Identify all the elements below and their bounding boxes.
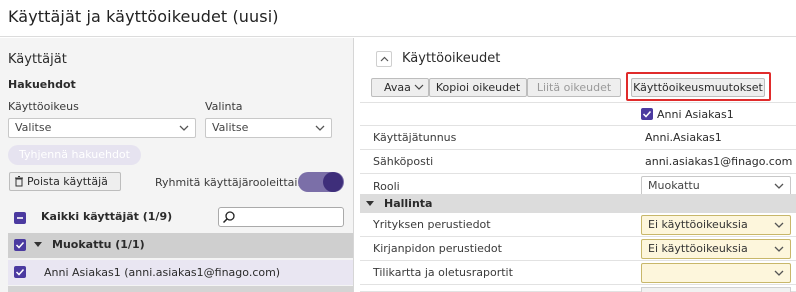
row-value: anni.asiakas1@finago.com bbox=[645, 155, 793, 168]
row-label: Tilikartta ja oletusraportit bbox=[373, 266, 513, 279]
user-checkbox[interactable] bbox=[14, 266, 26, 278]
table-row-chart-of-accounts: Tilikartta ja oletusraportit bbox=[360, 261, 796, 285]
user-label: Anni Asiakas1 (anni.asiakas1@finago.com) bbox=[44, 266, 281, 279]
chevron-up-icon bbox=[380, 56, 389, 62]
checkmark-icon bbox=[642, 110, 652, 118]
row-label: Käyttäjätunnus bbox=[373, 131, 457, 144]
caret-down-icon[interactable] bbox=[34, 242, 42, 248]
selection-filter-label: Valinta bbox=[205, 100, 243, 113]
selection-filter-select[interactable]: Valitse bbox=[205, 118, 332, 138]
open-menu-button[interactable]: Avaa bbox=[371, 78, 429, 97]
row-value: Anni.Asiakas1 bbox=[645, 131, 722, 144]
chevron-down-icon bbox=[315, 125, 325, 131]
caret-down-icon[interactable] bbox=[366, 201, 374, 207]
row-label: Yrityksen perustiedot bbox=[373, 218, 491, 231]
row-label: Sähköposti bbox=[373, 155, 434, 168]
filters-heading: Hakuehdot bbox=[8, 78, 76, 91]
collapse-button[interactable] bbox=[376, 51, 392, 67]
user-column-name: Anni Asiakas1 bbox=[657, 108, 734, 121]
role-filter-select[interactable]: Valitse bbox=[8, 118, 196, 138]
table-row-company-info: Yrityksen perustiedot Ei käyttöoikeuksia bbox=[360, 213, 796, 237]
permission-value: Ei käyttöoikeuksia bbox=[648, 218, 748, 231]
user-row[interactable]: Anni Asiakas1 (anni.asiakas1@finago.com) bbox=[8, 260, 353, 285]
role-select[interactable]: Muokattu bbox=[641, 176, 791, 196]
select-all-checkbox[interactable] bbox=[14, 212, 26, 224]
permissions-heading: Käyttöoikeudet bbox=[402, 51, 501, 66]
user-search-input[interactable] bbox=[218, 207, 344, 227]
table-row-email: Sähköposti anni.asiakas1@finago.com bbox=[360, 150, 796, 174]
clear-filters-button[interactable]: Tyhjennä hakuehdot bbox=[8, 145, 141, 165]
chevron-down-icon bbox=[179, 125, 189, 131]
list-overflow-row bbox=[8, 286, 353, 292]
users-heading: Käyttäjät bbox=[8, 52, 67, 67]
user-column-checkbox[interactable] bbox=[641, 108, 653, 120]
overflow-select-edge bbox=[641, 287, 791, 292]
table-row-accounting-info: Kirjanpidon perustiedot Ei käyttöoikeuks… bbox=[360, 237, 796, 261]
chevron-down-icon bbox=[774, 246, 784, 252]
checkmark-icon bbox=[15, 268, 25, 276]
permission-select[interactable]: Ei käyttöoikeuksia bbox=[641, 239, 791, 259]
group-checkbox[interactable] bbox=[14, 239, 26, 251]
table-row-username: Käyttäjätunnus Anni.Asiakas1 bbox=[360, 126, 796, 150]
open-label: Avaa bbox=[384, 81, 411, 94]
permission-value: Ei käyttöoikeuksia bbox=[648, 242, 748, 255]
group-label: Muokattu (1/1) bbox=[52, 238, 145, 251]
window-title: Käyttäjät ja käyttöoikeudet (uusi) bbox=[8, 7, 279, 26]
chevron-down-icon bbox=[774, 270, 784, 276]
checkmark-icon bbox=[15, 241, 25, 249]
role-filter-label: Käyttöoikeus bbox=[8, 100, 79, 113]
group-row-modified[interactable]: Muokattu (1/1) bbox=[8, 233, 353, 258]
table-overflow-row bbox=[360, 285, 796, 292]
search-icon bbox=[222, 211, 235, 224]
group-by-role-toggle[interactable] bbox=[298, 172, 344, 192]
role-value: Muokattu bbox=[648, 179, 700, 192]
delete-user-label: Poista käyttäjä bbox=[27, 175, 108, 188]
chevron-down-icon bbox=[414, 84, 424, 90]
delete-user-button[interactable]: Poista käyttäjä bbox=[9, 172, 121, 191]
paste-permissions-button[interactable]: Liitä oikeudet bbox=[527, 78, 621, 97]
role-filter-value: Valitse bbox=[15, 121, 52, 134]
selection-filter-value: Valitse bbox=[212, 121, 249, 134]
permission-changes-button[interactable]: Käyttöoikeusmuutokset bbox=[631, 78, 765, 97]
permission-select[interactable]: Ei käyttöoikeuksia bbox=[641, 215, 791, 235]
row-label: Rooli bbox=[373, 180, 400, 193]
title-bar: Käyttäjät ja käyttöoikeudet (uusi) bbox=[0, 0, 796, 37]
copy-permissions-button[interactable]: Kopioi oikeudet bbox=[429, 78, 527, 97]
trash-icon bbox=[15, 176, 23, 187]
all-users-label: Kaikki käyttäjät (1/9) bbox=[41, 210, 173, 223]
user-header-row: Anni Asiakas1 bbox=[360, 102, 796, 126]
permissions-panel: Käyttöoikeudet Avaa Kopioi oikeudet Liit… bbox=[355, 38, 796, 292]
users-panel: Käyttäjät Hakuehdot Käyttöoikeus Valitse… bbox=[0, 38, 354, 292]
section-header-hallinta[interactable]: Hallinta bbox=[360, 194, 796, 213]
minus-icon bbox=[17, 217, 23, 219]
chevron-down-icon bbox=[774, 222, 784, 228]
chevron-down-icon bbox=[774, 183, 784, 189]
permission-select[interactable] bbox=[641, 263, 791, 283]
toggle-knob bbox=[323, 172, 343, 192]
group-toggle-label: Ryhmitä käyttäjärooleittain bbox=[155, 176, 305, 189]
row-label: Kirjanpidon perustiedot bbox=[373, 242, 502, 255]
section-label: Hallinta bbox=[384, 197, 433, 210]
